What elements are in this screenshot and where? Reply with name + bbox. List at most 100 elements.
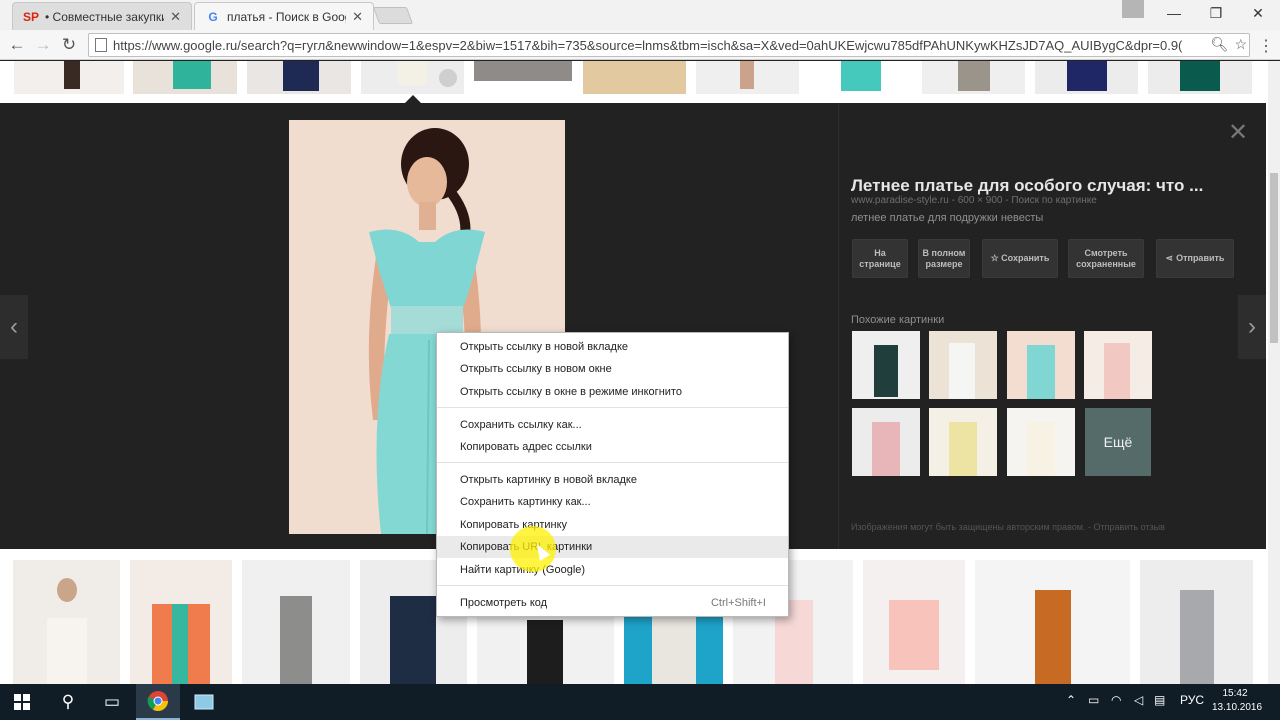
clock[interactable]: 15:42 13.10.2016 bbox=[1212, 687, 1263, 715]
image-thumb[interactable] bbox=[14, 61, 124, 94]
chrome-taskbar-icon[interactable] bbox=[136, 684, 180, 720]
image-thumb[interactable] bbox=[247, 61, 351, 94]
ctx-save-image-as[interactable]: Сохранить картинку как... bbox=[437, 491, 788, 513]
similar-thumb[interactable] bbox=[929, 408, 997, 476]
image-thumb[interactable] bbox=[242, 560, 350, 684]
reload-icon[interactable]: ↻ bbox=[58, 34, 80, 56]
bookmark-star-icon[interactable]: ☆ bbox=[1234, 36, 1247, 53]
sp-favicon-icon: SP bbox=[23, 9, 40, 24]
similar-thumb[interactable] bbox=[1007, 331, 1075, 399]
zoom-icon[interactable]: 🔍︎ bbox=[1211, 36, 1229, 53]
image-thumb[interactable] bbox=[1035, 61, 1138, 94]
image-thumb[interactable] bbox=[13, 560, 120, 684]
ctx-inspect-shortcut: Ctrl+Shift+I bbox=[710, 597, 766, 609]
image-thumb-selected[interactable] bbox=[361, 61, 464, 94]
maximize-icon[interactable]: ❐ bbox=[1196, 0, 1236, 26]
clock-time: 15:42 bbox=[1222, 688, 1248, 699]
browser-toolbar: ← → ↻ https://www.google.ru/search?q=гуг… bbox=[0, 30, 1280, 60]
image-thumb[interactable] bbox=[133, 61, 237, 94]
back-icon[interactable]: ← bbox=[6, 34, 28, 56]
image-description: летнее платье для подружки невесты bbox=[851, 212, 1044, 224]
search-icon[interactable]: ⚲ bbox=[46, 684, 90, 720]
windows-taskbar: ⚲ ▭ ⌃ ▭ ◠ ◁ ▤ РУС 15:42 13.10.2016 bbox=[0, 684, 1280, 720]
share-label: Отправить bbox=[1176, 253, 1225, 263]
menu-separator bbox=[437, 462, 788, 463]
menu-separator bbox=[437, 585, 788, 586]
view-saved-button[interactable]: Смотреть сохраненные bbox=[1068, 239, 1144, 278]
context-menu: Открыть ссылку в новой вкладке Открыть с… bbox=[436, 332, 789, 617]
google-favicon-icon: G bbox=[208, 9, 218, 24]
ctx-open-link-new-tab[interactable]: Открыть ссылку в новой вкладке bbox=[437, 336, 788, 358]
chrome-menu-icon[interactable]: ⋮ bbox=[1258, 36, 1274, 56]
language-indicator[interactable]: РУС bbox=[1180, 693, 1204, 707]
forward-icon[interactable]: → bbox=[32, 34, 54, 56]
image-title[interactable]: Летнее платье для особого случая: что ..… bbox=[851, 176, 1203, 196]
save-button[interactable]: ☆ Сохранить bbox=[982, 239, 1058, 278]
ctx-open-link-incognito[interactable]: Открыть ссылку в окне в режиме инкогнито bbox=[437, 381, 788, 403]
image-thumb[interactable] bbox=[975, 560, 1130, 684]
share-button[interactable]: ⋖ Отправить bbox=[1156, 239, 1234, 278]
similar-thumb[interactable] bbox=[852, 408, 920, 476]
image-thumb[interactable] bbox=[922, 61, 1025, 94]
next-arrow-icon[interactable]: › bbox=[1238, 295, 1266, 359]
image-thumb[interactable] bbox=[474, 61, 572, 81]
windows-start-icon[interactable] bbox=[0, 684, 44, 720]
similar-thumb[interactable] bbox=[1007, 408, 1075, 476]
new-tab-button[interactable] bbox=[372, 7, 414, 24]
more-similar-button[interactable]: Ещё bbox=[1085, 408, 1151, 476]
notification-icon[interactable]: ▤ bbox=[1154, 693, 1165, 707]
ctx-copy-image[interactable]: Копировать картинку bbox=[437, 514, 788, 536]
full-size-button[interactable]: В полном размере bbox=[918, 239, 970, 278]
image-thumb[interactable] bbox=[130, 560, 232, 684]
top-thumbnail-row bbox=[0, 61, 1270, 94]
share-icon: ⋖ bbox=[1165, 253, 1174, 263]
tab-title: • Совместные закупки в bbox=[45, 9, 165, 24]
ctx-open-link-new-window[interactable]: Открыть ссылку в новом окне bbox=[437, 358, 788, 380]
similar-thumb[interactable] bbox=[852, 331, 920, 399]
close-viewer-icon[interactable]: ✕ bbox=[1228, 118, 1248, 147]
volume-icon[interactable]: ◁ bbox=[1134, 693, 1143, 707]
close-tab-icon[interactable]: ✕ bbox=[170, 9, 181, 25]
clock-date: 13.10.2016 bbox=[1212, 702, 1263, 713]
url-text: https://www.google.ru/search?q=гугл&neww… bbox=[113, 37, 1183, 53]
selected-pointer bbox=[405, 95, 421, 103]
similar-thumb[interactable] bbox=[1084, 331, 1152, 399]
address-bar[interactable]: https://www.google.ru/search?q=гугл&neww… bbox=[88, 33, 1250, 57]
similar-thumb[interactable] bbox=[929, 331, 997, 399]
ctx-save-link-as[interactable]: Сохранить ссылку как... bbox=[437, 414, 788, 436]
user-profile-icon[interactable] bbox=[1122, 0, 1144, 18]
image-thumb[interactable] bbox=[863, 560, 965, 684]
image-meta: www.paradise-style.ru - 600 × 900 - Поис… bbox=[851, 195, 1097, 206]
visit-page-button[interactable]: На странице bbox=[852, 239, 908, 278]
copyright-notice[interactable]: Изображения могут быть защищены авторски… bbox=[851, 522, 1165, 532]
close-window-icon[interactable]: ✕ bbox=[1238, 0, 1278, 26]
tab-sp[interactable]: SP • Совместные закупки в ✕ bbox=[12, 2, 192, 30]
close-tab-icon[interactable]: ✕ bbox=[352, 9, 363, 25]
image-thumb[interactable] bbox=[1148, 61, 1252, 94]
app-taskbar-icon[interactable] bbox=[182, 684, 226, 720]
ctx-copy-image-url[interactable]: Копировать URL картинки bbox=[437, 536, 788, 558]
ctx-inspect[interactable]: Просмотреть код Ctrl+Shift+I bbox=[437, 592, 788, 614]
image-thumb[interactable] bbox=[1140, 560, 1253, 684]
tray-chevron-icon[interactable]: ⌃ bbox=[1066, 693, 1076, 707]
image-details-panel bbox=[838, 103, 1266, 549]
image-thumb[interactable] bbox=[583, 61, 686, 94]
ctx-copy-link-address[interactable]: Копировать адрес ссылки bbox=[437, 436, 788, 458]
scrollbar-thumb[interactable] bbox=[1270, 173, 1278, 343]
tab-title: платья - Поиск в Google bbox=[227, 9, 346, 24]
wifi-icon[interactable]: ◠ bbox=[1111, 693, 1121, 707]
battery-icon[interactable]: ▭ bbox=[1088, 693, 1099, 707]
menu-separator bbox=[437, 407, 788, 408]
ctx-inspect-label: Просмотреть код bbox=[460, 597, 548, 609]
page-scrollbar[interactable] bbox=[1268, 61, 1280, 684]
page-icon bbox=[95, 38, 107, 52]
tab-google[interactable]: G платья - Поиск в Google ✕ bbox=[194, 2, 374, 30]
ctx-search-image-google[interactable]: Найти картинку (Google) bbox=[437, 559, 788, 581]
image-thumb[interactable] bbox=[809, 61, 912, 94]
task-view-icon[interactable]: ▭ bbox=[90, 684, 134, 720]
image-thumb[interactable] bbox=[696, 61, 799, 94]
ctx-open-image-new-tab[interactable]: Открыть картинку в новой вкладке bbox=[437, 469, 788, 491]
prev-arrow-icon[interactable]: ‹ bbox=[0, 295, 28, 359]
minimize-icon[interactable]: — bbox=[1154, 0, 1194, 26]
tab-strip: SP • Совместные закупки в ✕ G платья - П… bbox=[0, 0, 1280, 30]
